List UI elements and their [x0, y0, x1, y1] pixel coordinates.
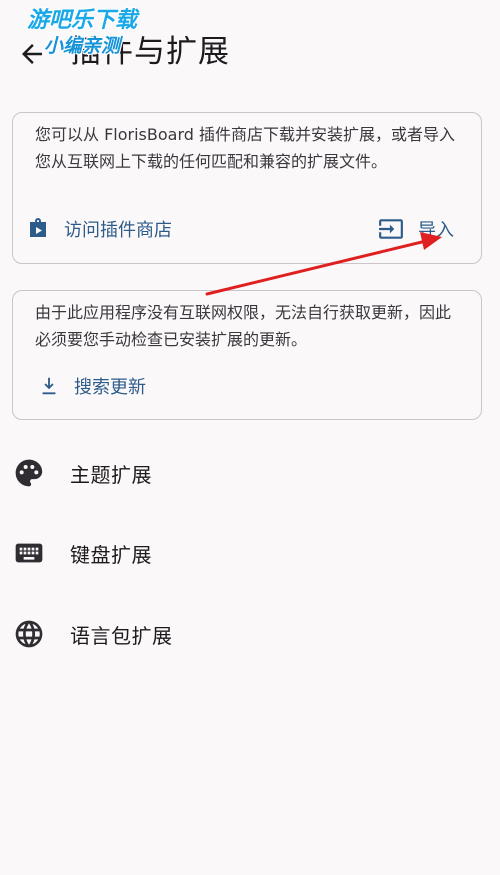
download-icon — [42, 377, 56, 395]
language-pack-extensions-item[interactable]: 语言包扩展 — [0, 603, 500, 665]
import-label: 导入 — [418, 220, 454, 241]
language-pack-extensions-label: 语言包扩展 — [70, 623, 173, 648]
visit-store-label: 访问插件商店 — [64, 220, 172, 241]
extensions-screen: 插件与扩展 游吧乐下载 小编亲测 您可以从 FlorisBoard 插件商店下载… — [0, 0, 500, 875]
keyboard-extensions-label: 键盘扩展 — [70, 542, 152, 567]
visit-store-button[interactable]: 访问插件商店 — [26, 216, 172, 242]
theme-extensions-item[interactable]: 主题扩展 — [0, 442, 500, 504]
app-bar: 插件与扩展 游吧乐下载 小编亲测 — [0, 0, 500, 100]
globe-icon — [13, 618, 45, 650]
updates-card: 由于此应用程序没有互联网权限，无法自行获取更新，因此必须要您手动检查已安装扩展的… — [12, 290, 482, 420]
back-button[interactable] — [12, 34, 52, 74]
shop-bag-icon — [30, 218, 46, 237]
search-updates-label: 搜索更新 — [74, 377, 146, 398]
updates-description: 由于此应用程序没有互联网权限，无法自行获取更新，因此必须要您手动检查已安装扩展的… — [35, 303, 452, 349]
theme-extensions-label: 主题扩展 — [70, 462, 152, 487]
input-icon — [379, 219, 403, 239]
keyboard-icon — [13, 537, 45, 569]
search-updates-button[interactable]: 搜索更新 — [38, 373, 146, 399]
page-title: 插件与扩展 — [70, 34, 230, 70]
import-button[interactable]: 导入 — [378, 216, 454, 242]
plugin-store-description: 您可以从 FlorisBoard 插件商店下载并安装扩展，或者导入您从互联网上下… — [35, 125, 455, 171]
palette-icon — [13, 457, 45, 489]
keyboard-extensions-item[interactable]: 键盘扩展 — [0, 522, 500, 584]
back-arrow-icon — [22, 44, 42, 64]
